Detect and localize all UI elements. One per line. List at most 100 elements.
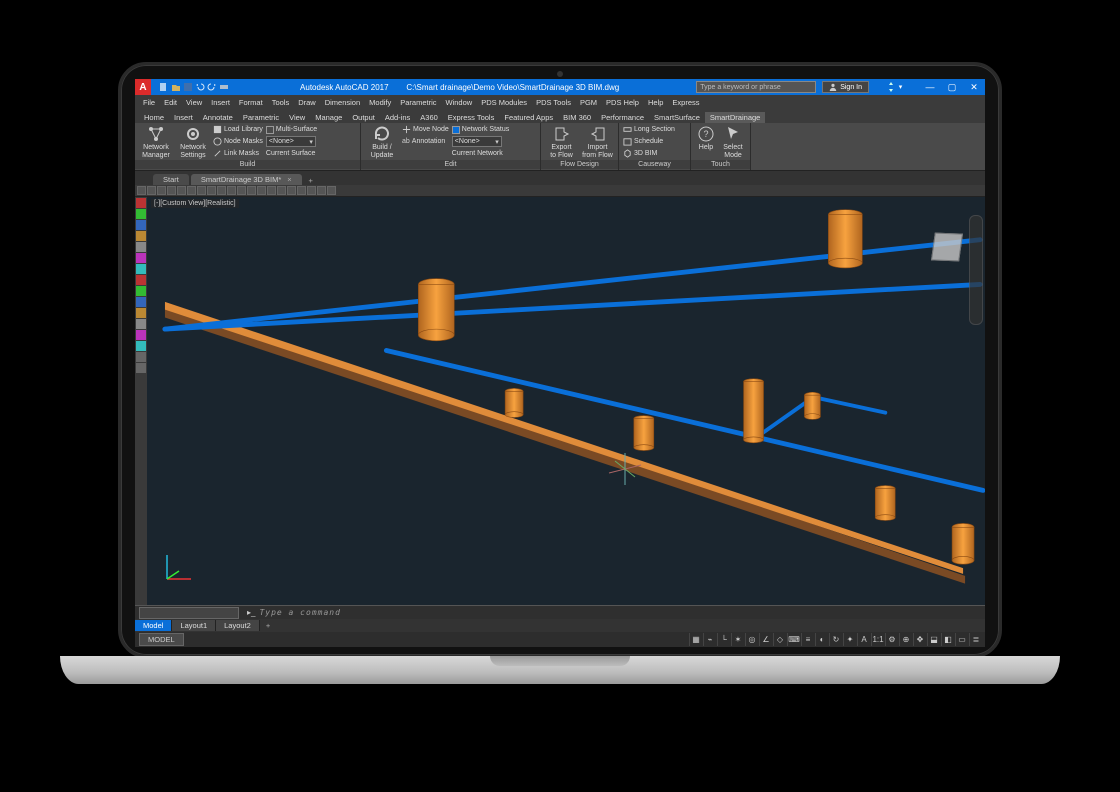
palette-icon[interactable] <box>136 209 146 219</box>
3d-bim-button[interactable]: 3D BIM <box>623 148 675 159</box>
tab-view[interactable]: View <box>284 112 310 123</box>
quick-access-toolbar[interactable] <box>159 82 229 92</box>
isoplane-toggle-icon[interactable]: ◇ <box>773 633 786 646</box>
menu-dimension[interactable]: Dimension <box>321 98 364 107</box>
palette-icon[interactable] <box>136 363 146 373</box>
qat-redo-icon[interactable] <box>207 82 217 92</box>
3d-viewport[interactable]: [-][Custom View][Realistic] <box>147 197 985 605</box>
keyword-search-input[interactable]: Type a keyword or phrase <box>696 81 816 93</box>
node-masks-button[interactable]: Node Masks <box>213 136 263 147</box>
palette-icon[interactable] <box>136 341 146 351</box>
network-status-toggle[interactable]: Network Status <box>452 124 509 135</box>
palette-icon[interactable] <box>136 198 146 208</box>
menu-tools[interactable]: Tools <box>268 98 294 107</box>
surface-combo[interactable]: <None> <box>266 136 316 147</box>
close-button[interactable]: ✕ <box>963 79 985 95</box>
load-library-button[interactable]: Load Library <box>213 124 263 135</box>
palette-icon[interactable] <box>136 264 146 274</box>
palette-icon[interactable] <box>136 286 146 296</box>
dyninput-toggle-icon[interactable]: ⌨ <box>787 633 800 646</box>
workspace-toggle-icon[interactable]: ⚙ <box>885 633 898 646</box>
tab-a360[interactable]: A360 <box>415 112 443 123</box>
add-layout-button[interactable]: + <box>260 621 276 630</box>
select-mode-button[interactable]: Select Mode <box>720 124 746 160</box>
maximize-button[interactable]: ▢ <box>941 79 963 95</box>
menu-edit[interactable]: Edit <box>160 98 181 107</box>
add-doc-tab-button[interactable]: + <box>304 176 318 185</box>
qat-open-icon[interactable] <box>171 82 181 92</box>
tab-featured-apps[interactable]: Featured Apps <box>499 112 558 123</box>
exchange-apps[interactable]: ▾ <box>869 82 919 92</box>
palette-icon[interactable] <box>136 297 146 307</box>
annotation-monitor-icon[interactable]: ⊕ <box>899 633 912 646</box>
tab-annotate[interactable]: Annotate <box>198 112 238 123</box>
palette-icon[interactable] <box>136 242 146 252</box>
transparency-toggle-icon[interactable]: ◐ <box>815 633 828 646</box>
lineweight-toggle-icon[interactable]: ≡ <box>801 633 814 646</box>
menu-insert[interactable]: Insert <box>207 98 234 107</box>
tab-manage[interactable]: Manage <box>310 112 347 123</box>
polar-toggle-icon[interactable]: ✶ <box>731 633 744 646</box>
tab-smartsurface[interactable]: SmartSurface <box>649 112 705 123</box>
network-settings-button[interactable]: Network Settings <box>176 124 210 160</box>
menu-pds-modules[interactable]: PDS Modules <box>477 98 531 107</box>
move-node-button[interactable]: Move Node <box>402 124 449 135</box>
grid-toggle-icon[interactable]: ▦ <box>689 633 702 646</box>
menu-pgm[interactable]: PGM <box>576 98 601 107</box>
qat-print-icon[interactable] <box>219 82 229 92</box>
left-tool-palette[interactable] <box>135 197 147 605</box>
menu-pds-tools[interactable]: PDS Tools <box>532 98 575 107</box>
cleanscreen-icon[interactable]: ▭ <box>955 633 968 646</box>
menu-help[interactable]: Help <box>644 98 667 107</box>
export-to-flow-button[interactable]: Export to Flow <box>545 124 578 160</box>
3dosnap-toggle-icon[interactable]: ✦ <box>843 633 856 646</box>
tab-insert[interactable]: Insert <box>169 112 198 123</box>
units-toggle-icon[interactable]: ✥ <box>913 633 926 646</box>
isolate-icon[interactable]: ◧ <box>941 633 954 646</box>
palette-icon[interactable] <box>136 231 146 241</box>
snap-toggle-icon[interactable]: ⌁ <box>703 633 716 646</box>
menu-express[interactable]: Express <box>668 98 703 107</box>
network-manager-button[interactable]: Network Manager <box>139 124 173 160</box>
palette-icon[interactable] <box>136 275 146 285</box>
tab-bim360[interactable]: BIM 360 <box>558 112 596 123</box>
viewcube[interactable] <box>931 233 963 262</box>
ortho-toggle-icon[interactable]: └ <box>717 633 730 646</box>
tab-output[interactable]: Output <box>347 112 380 123</box>
palette-icon[interactable] <box>136 308 146 318</box>
multi-surface-toggle[interactable]: Multi-Surface <box>266 124 317 135</box>
minimize-button[interactable]: — <box>919 79 941 95</box>
customize-icon[interactable]: ≣ <box>969 633 982 646</box>
menu-parametric[interactable]: Parametric <box>396 98 440 107</box>
long-section-button[interactable]: Long Section <box>623 124 675 135</box>
menu-window[interactable]: Window <box>442 98 477 107</box>
command-history-handle[interactable] <box>139 607 239 619</box>
otrack-toggle-icon[interactable]: ∠ <box>759 633 772 646</box>
tab-smartdrainage[interactable]: SmartDrainage <box>705 112 765 123</box>
annoscale-toggle-icon[interactable]: A <box>857 633 870 646</box>
app-icon[interactable]: A <box>135 79 151 95</box>
schedule-button[interactable]: Schedule <box>623 136 675 147</box>
doc-tab-active[interactable]: SmartDrainage 3D BIM*× <box>191 174 302 185</box>
import-from-flow-button[interactable]: Import from Flow <box>581 124 614 160</box>
network-combo[interactable]: <None> <box>452 136 502 147</box>
tab-express-tools[interactable]: Express Tools <box>443 112 500 123</box>
tab-home[interactable]: Home <box>139 112 169 123</box>
layout-tab-model[interactable]: Model <box>135 620 172 631</box>
qat-undo-icon[interactable] <box>195 82 205 92</box>
navigation-bar[interactable] <box>969 215 983 325</box>
tab-parametric[interactable]: Parametric <box>238 112 284 123</box>
qat-new-icon[interactable] <box>159 82 169 92</box>
qat-save-icon[interactable] <box>183 82 193 92</box>
annoscale-value[interactable]: 1:1 <box>871 633 884 646</box>
layout-tab-2[interactable]: Layout2 <box>216 620 260 631</box>
menu-modify[interactable]: Modify <box>365 98 395 107</box>
cycling-toggle-icon[interactable]: ↻ <box>829 633 842 646</box>
doc-tab-start[interactable]: Start <box>153 174 189 185</box>
layout-tab-1[interactable]: Layout1 <box>172 620 216 631</box>
menu-view[interactable]: View <box>182 98 206 107</box>
help-button[interactable]: ? Help <box>695 124 717 152</box>
link-masks-button[interactable]: Link Masks <box>213 148 263 159</box>
annotation-button[interactable]: abAnnotation <box>402 136 449 147</box>
menu-draw[interactable]: Draw <box>294 98 320 107</box>
